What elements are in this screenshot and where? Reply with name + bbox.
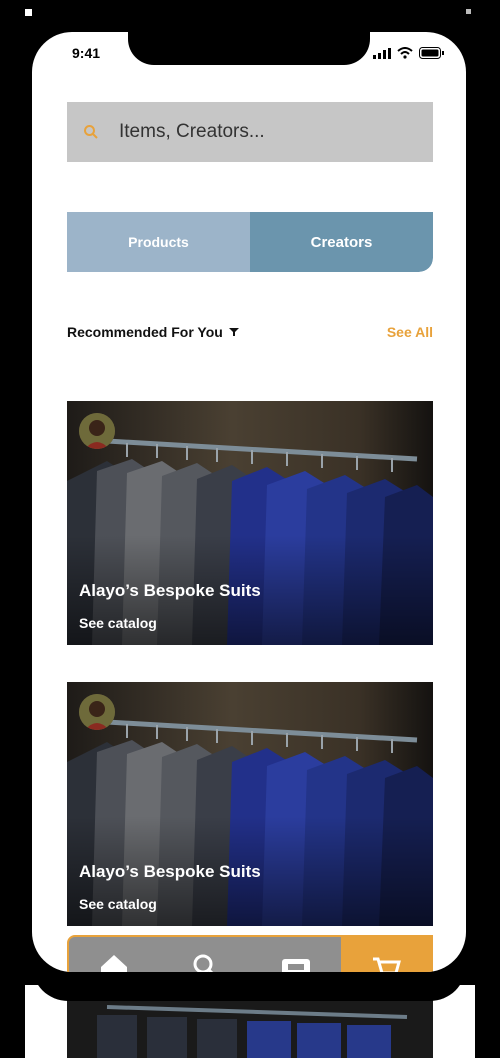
search-icon [84,125,98,139]
nav-cart[interactable] [341,937,431,972]
filter-icon [228,328,239,336]
creator-card[interactable]: Alayo’s Bespoke Suits See catalog [67,401,433,645]
tab-creators[interactable]: Creators [250,212,433,272]
cart-icon [373,957,401,972]
section-header: Recommended For You See All [67,321,433,343]
section-title-wrap[interactable]: Recommended For You [67,324,239,340]
creator-card[interactable]: Alayo’s Bespoke Suits See catalog [67,682,433,926]
card-title: Alayo’s Bespoke Suits [79,862,261,881]
card-image [67,682,433,926]
nav-search[interactable] [160,937,251,972]
nav-store[interactable] [250,937,341,972]
see-catalog-link[interactable]: See catalog [79,896,157,912]
corner-marker [466,9,471,14]
card-title: Alayo’s Bespoke Suits [79,581,261,600]
avatar-image [79,413,115,449]
phone-screen: 9:41 Items, Creators... Products Creator… [32,32,466,972]
tab-products[interactable]: Products [67,212,250,272]
corner-marker [25,9,32,16]
creator-avatar [79,694,115,730]
see-catalog-link[interactable]: See catalog [79,615,157,631]
status-time: 9:41 [72,45,101,61]
status-icons [373,47,444,59]
notch [128,32,370,65]
segmented-control: Products Creators [67,212,433,272]
avatar-image [79,694,115,730]
creator-avatar [79,413,115,449]
search-input[interactable]: Items, Creators... [119,121,265,143]
bottom-nav [67,935,433,972]
see-all-link[interactable]: See All [387,324,433,340]
section-title: Recommended For You [67,324,223,340]
card-image [67,401,433,645]
home-icon [101,955,128,972]
signal-icon [373,47,391,59]
search-icon [193,954,214,972]
store-icon [281,959,310,972]
wifi-icon [397,47,413,59]
search-bar[interactable]: Items, Creators... [67,102,433,162]
nav-home[interactable] [69,937,160,972]
battery-icon [419,47,444,59]
